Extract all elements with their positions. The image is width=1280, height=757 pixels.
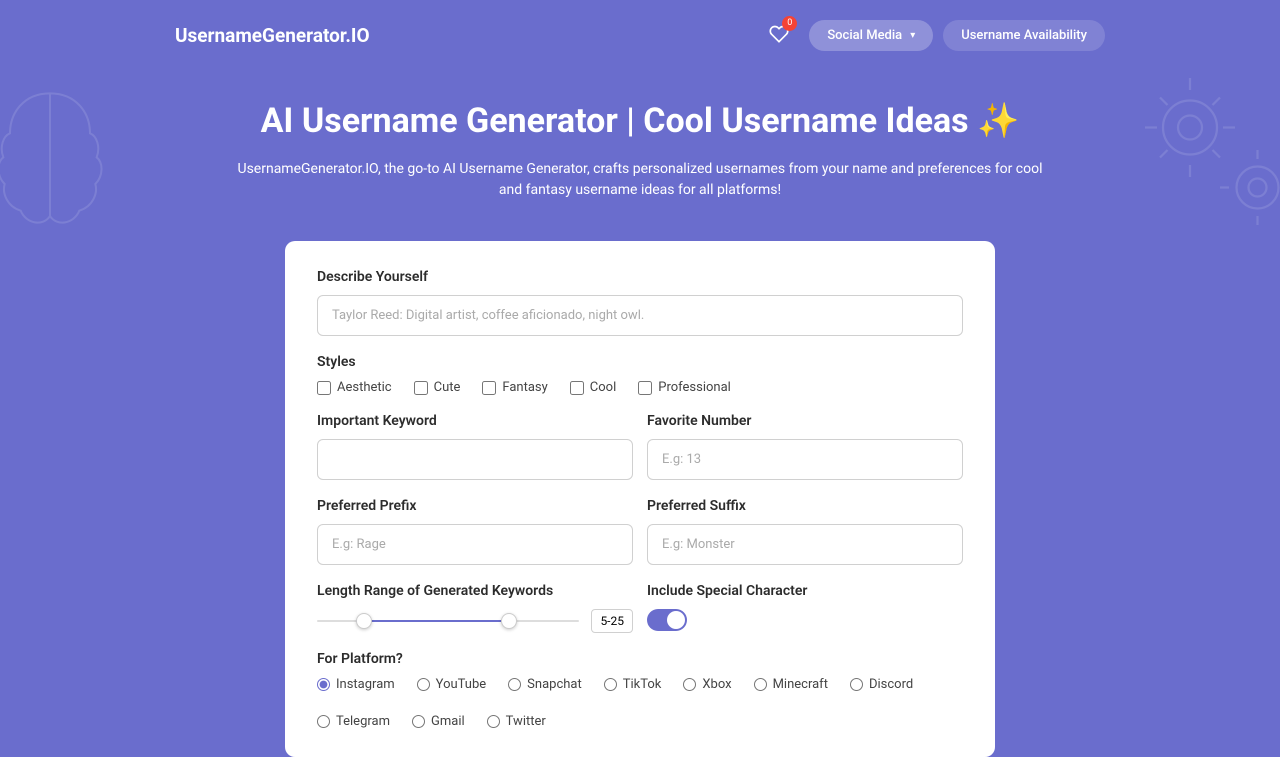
logo[interactable]: UsernameGenerator.IO [175,24,370,47]
brain-decoration-icon [0,80,120,240]
gear-decoration-icon [1130,60,1280,240]
username-availability-button[interactable]: Username Availability [943,20,1105,51]
keyword-input[interactable] [317,439,633,480]
special-char-label: Include Special Character [647,583,963,599]
number-label: Favorite Number [647,413,963,429]
social-media-dropdown[interactable]: Social Media ▾ [809,20,933,51]
styles-label: Styles [317,354,963,370]
page-subtitle: UsernameGenerator.IO, the go-to AI Usern… [230,159,1050,201]
platform-radio-xbox[interactable]: Xbox [683,677,731,692]
style-checkbox-professional[interactable]: Professional [638,380,731,395]
generator-form-card: Describe Yourself Styles Aesthetic Cute Fa… [285,241,995,757]
suffix-label: Preferred Suffix [647,498,963,514]
prefix-label: Preferred Prefix [317,498,633,514]
platform-radio-youtube[interactable]: YouTube [417,677,487,692]
suffix-input[interactable] [647,524,963,565]
length-slider[interactable] [317,620,579,622]
chevron-down-icon: ▾ [910,30,915,41]
platform-radio-telegram[interactable]: Telegram [317,714,390,729]
platform-radio-twitter[interactable]: Twitter [487,714,546,729]
length-label: Length Range of Generated Keywords [317,583,633,599]
styles-checkbox-row: Aesthetic Cute Fantasy Cool Professional [317,380,963,395]
hero-section: AI Username Generator | Cool Username Id… [0,71,1280,241]
number-input[interactable] [647,439,963,480]
style-checkbox-cute[interactable]: Cute [414,380,461,395]
page-title: AI Username Generator | Cool Username Id… [40,101,1240,141]
special-char-toggle[interactable] [647,609,687,631]
platform-radio-instagram[interactable]: Instagram [317,677,395,692]
platform-radio-snapchat[interactable]: Snapchat [508,677,582,692]
platform-radio-discord[interactable]: Discord [850,677,913,692]
platform-radio-row: Instagram YouTube Snapchat TikTok Xbox Minecr… [317,677,963,729]
slider-thumb-min[interactable] [356,613,372,629]
platform-label: For Platform? [317,651,963,667]
describe-input[interactable] [317,295,963,336]
platform-radio-gmail[interactable]: Gmail [412,714,465,729]
keyword-label: Important Keyword [317,413,633,429]
platform-radio-minecraft[interactable]: Minecraft [754,677,828,692]
style-checkbox-aesthetic[interactable]: Aesthetic [317,380,392,395]
header: UsernameGenerator.IO 0 Social Media ▾ Us… [0,0,1280,71]
slider-thumb-max[interactable] [501,613,517,629]
prefix-input[interactable] [317,524,633,565]
header-nav: 0 Social Media ▾ Username Availability [769,20,1105,51]
style-checkbox-cool[interactable]: Cool [570,380,616,395]
length-value: 5-25 [591,609,633,633]
platform-radio-tiktok[interactable]: TikTok [604,677,662,692]
style-checkbox-fantasy[interactable]: Fantasy [482,380,547,395]
describe-label: Describe Yourself [317,269,963,285]
favorites-count-badge: 0 [782,16,797,31]
favorites-button[interactable]: 0 [769,24,789,48]
